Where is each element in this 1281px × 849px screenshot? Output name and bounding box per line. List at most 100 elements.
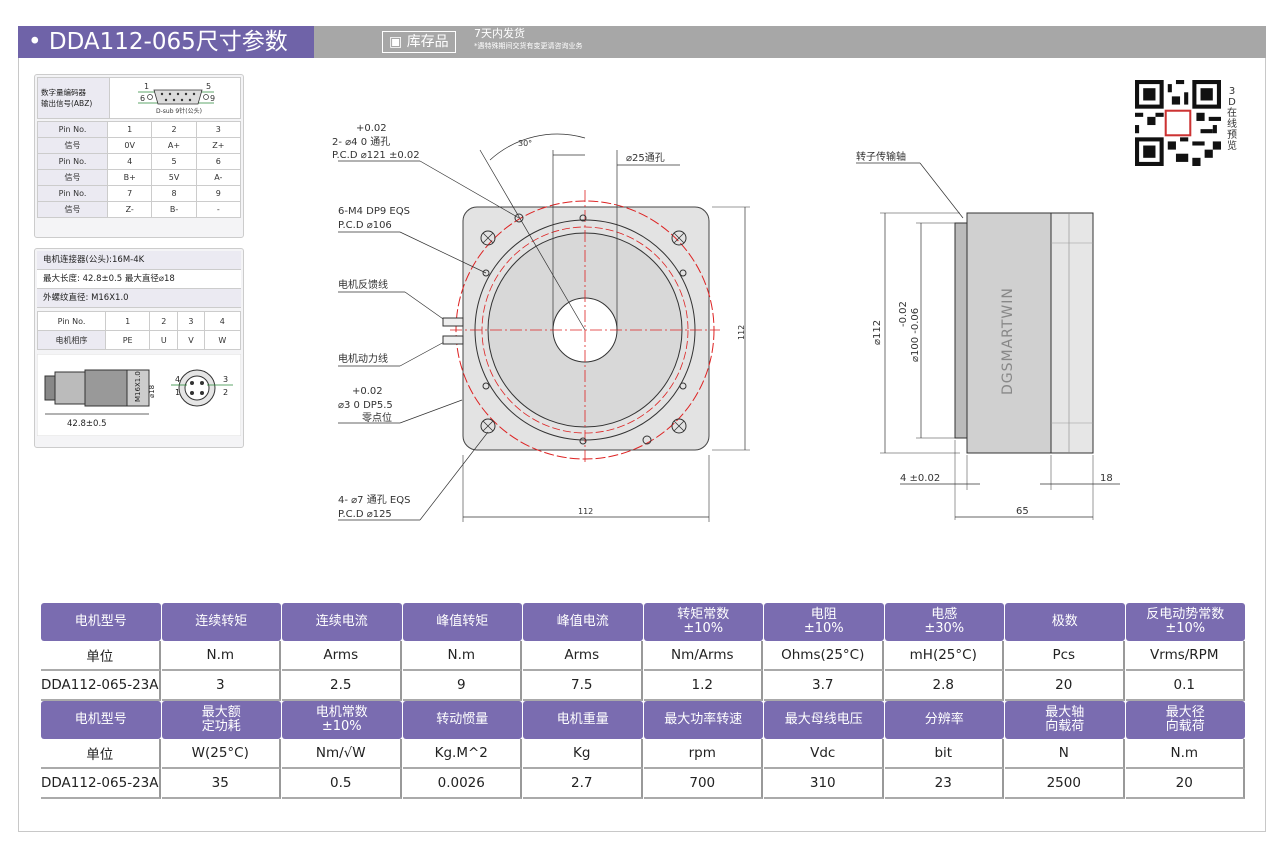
zero-label: 零点位 xyxy=(362,411,392,424)
rotor-label: 转子传输轴 xyxy=(856,150,906,163)
mount-spec: 4- ⌀7 通孔 EQS xyxy=(338,494,410,506)
column-header: 反电动势常数 ±10% xyxy=(1125,603,1245,641)
dia112-label: ⌀112 xyxy=(872,320,883,345)
table-cell: DDA112-065-23A xyxy=(41,769,161,799)
table-cell: Vdc xyxy=(764,739,884,769)
tap-spec: 6-M4 DP9 EQS xyxy=(338,206,410,217)
brand-mark: DGSMARTWIN xyxy=(1000,287,1016,395)
column-header: 最大功率转速 xyxy=(643,701,763,739)
table-cell: N.m xyxy=(402,641,522,671)
column-header: 转矩常数 ±10% xyxy=(643,603,763,641)
column-header: 最大母线电压 xyxy=(764,701,884,739)
table-cell: 0.1 xyxy=(1125,671,1245,701)
table-cell: N xyxy=(1005,739,1125,769)
table-cell: W(25°C) xyxy=(161,739,281,769)
mount-pcd: P.C.D ⌀125 xyxy=(338,509,392,520)
table-row: DDA112-065-23A 3 2.5 9 7.5 1.2 3.7 2.8 20 0.1 xyxy=(41,671,1245,701)
column-header: 最大额 定功耗 xyxy=(161,701,281,739)
table-cell: Pcs xyxy=(1005,641,1125,671)
angle-label: 30° xyxy=(518,139,532,148)
technical-drawing: +0.02 2- ⌀4 0 通孔 P.C.D ⌀121 ±0.02 30° ⌀2… xyxy=(332,123,1120,522)
column-header: 连续电流 xyxy=(282,603,402,641)
table-cell: 35 xyxy=(161,769,281,799)
char: D xyxy=(1228,97,1236,108)
hole-pcd: P.C.D ⌀121 ±0.02 xyxy=(332,150,420,161)
table-cell: Kg.M^2 xyxy=(402,739,522,769)
table-cell: 2.8 xyxy=(884,671,1004,701)
table-cell: 2.7 xyxy=(523,769,643,799)
table-cell: Nm/√W xyxy=(282,739,402,769)
table-cell: N.m xyxy=(161,641,281,671)
column-header: 最大径 向载荷 xyxy=(1125,701,1245,739)
column-header: 电机重量 xyxy=(523,701,643,739)
column-header: 最大轴 向载荷 xyxy=(1005,701,1125,739)
table-cell: DDA112-065-23A xyxy=(41,671,161,701)
table-cell: 9 xyxy=(402,671,522,701)
char: 预 xyxy=(1227,130,1237,141)
table-cell: Vrms/RPM xyxy=(1125,641,1245,671)
char: 线 xyxy=(1227,119,1237,130)
table-cell: 23 xyxy=(884,769,1004,799)
table-cell: Ohms(25°C) xyxy=(764,641,884,671)
column-header: 极数 xyxy=(1005,603,1125,641)
table-cell: 20 xyxy=(1125,769,1245,799)
table-cell: 3.7 xyxy=(764,671,884,701)
table-cell: 700 xyxy=(643,769,763,799)
column-header: 峰值转矩 xyxy=(402,603,522,641)
tap-pcd: P.C.D ⌀106 xyxy=(338,220,392,231)
column-header: 峰值电流 xyxy=(523,603,643,641)
table-row: 电机型号 连续转矩 连续电流 峰值转矩 峰值电流 转矩常数 ±10% 电阻 ±10% 电感 ±… xyxy=(41,603,1245,641)
dia100-label: ⌀100 -0.06 xyxy=(910,308,921,362)
column-header: 电阻 ±10% xyxy=(764,603,884,641)
table-cell: 1.2 xyxy=(643,671,763,701)
table-row: 单位 W(25°C) Nm/√W Kg.M^2 Kg rpm Vdc bit N N.m xyxy=(41,739,1245,769)
table-cell: Nm/Arms xyxy=(643,641,763,671)
table-cell: 单位 xyxy=(41,641,161,671)
column-header: 电机型号 xyxy=(41,603,161,641)
table-cell: rpm xyxy=(643,739,763,769)
table-cell: 0.5 xyxy=(282,769,402,799)
zero-spec: ⌀3 0 DP5.5 xyxy=(338,400,393,411)
3d-preview-label[interactable]: 3 D 在 线 预 览 xyxy=(1225,86,1239,152)
table-cell: bit xyxy=(884,739,1004,769)
column-header: 分辨率 xyxy=(884,701,1004,739)
step-dim: 4 ±0.02 xyxy=(900,473,940,484)
char: 3 xyxy=(1228,86,1236,97)
column-header: 电感 ±30% xyxy=(884,603,1004,641)
table-cell: 单位 xyxy=(41,739,161,769)
table-cell: 310 xyxy=(764,769,884,799)
dia100-tol: -0.02 xyxy=(898,301,909,327)
column-header: 转动惯量 xyxy=(402,701,522,739)
table-cell: N.m xyxy=(1125,739,1245,769)
table-cell: 7.5 xyxy=(523,671,643,701)
zero-tol: +0.02 xyxy=(352,386,383,397)
length-dim: 65 xyxy=(1016,506,1029,517)
column-header: 电机型号 xyxy=(41,701,161,739)
shaft-hole-label: ⌀25通孔 xyxy=(626,152,665,164)
hole-spec: 2- ⌀4 0 通孔 xyxy=(332,136,390,148)
table-cell: 2500 xyxy=(1005,769,1125,799)
table-row: 电机型号 最大额 定功耗 电机常数 ±10% 转动惯量 电机重量 最大功率转速 最大母线电压… xyxy=(41,701,1245,739)
rear-dim: 18 xyxy=(1100,473,1113,484)
table-cell: 20 xyxy=(1005,671,1125,701)
qr-code-icon[interactable] xyxy=(1135,80,1221,166)
height-dim: 112 xyxy=(737,325,746,340)
char: 在 xyxy=(1227,108,1237,119)
table-cell: Kg xyxy=(523,739,643,769)
table-cell: 2.5 xyxy=(282,671,402,701)
table-cell: mH(25°C) xyxy=(884,641,1004,671)
table-cell: Arms xyxy=(523,641,643,671)
width-dim: 112 xyxy=(578,507,593,516)
power-label: 电机动力线 xyxy=(338,352,388,365)
feedback-label: 电机反馈线 xyxy=(338,278,388,291)
table-cell: 0.0026 xyxy=(402,769,522,799)
column-header: 电机常数 ±10% xyxy=(282,701,402,739)
table-cell: Arms xyxy=(282,641,402,671)
hole-tol: +0.02 xyxy=(356,123,387,134)
table-row: 单位 N.m Arms N.m Arms Nm/Arms Ohms(25°C) mH(25°C… xyxy=(41,641,1245,671)
spec-table: 电机型号 连续转矩 连续电流 峰值转矩 峰值电流 转矩常数 ±10% 电阻 ±10% 电感 ±… xyxy=(40,603,1246,799)
char: 览 xyxy=(1227,141,1237,152)
table-cell: 3 xyxy=(161,671,281,701)
table-row: DDA112-065-23A 35 0.5 0.0026 2.7 700 310 23 2500… xyxy=(41,769,1245,799)
column-header: 连续转矩 xyxy=(161,603,281,641)
